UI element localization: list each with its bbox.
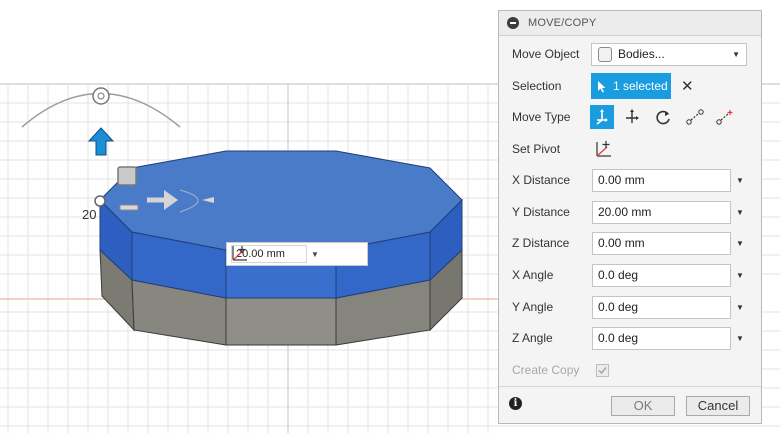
z-arrow-handle (87, 127, 115, 156)
x-distance-input[interactable]: 0.00 mm (592, 168, 731, 192)
body-icon (598, 46, 612, 62)
z-distance-label: Z Distance (512, 236, 570, 250)
collapse-icon[interactable] (507, 17, 519, 29)
row-selection: Selection 1 selected ✕ (499, 72, 761, 100)
plane-handle (117, 166, 137, 186)
row-move-type: Move Type (499, 103, 761, 131)
create-copy-label: Create Copy (512, 363, 580, 377)
y-distance-label: Y Distance (512, 205, 570, 219)
chevron-down-icon[interactable]: ▼ (736, 208, 744, 217)
row-y-angle: Y Angle 0.0 deg ▼ (499, 293, 761, 321)
move-object-value: Bodies... (618, 47, 665, 61)
ruler-value-label: 20 (82, 207, 97, 222)
inline-distance-input[interactable]: 20.00 mm ▼ (226, 242, 368, 266)
panel-title: MOVE/COPY (528, 17, 597, 29)
move-copy-panel: MOVE/COPY Move Object Bodies... ▼ Select… (498, 10, 762, 424)
z-distance-input[interactable]: 0.00 mm (592, 231, 731, 255)
checkmark-icon (598, 366, 607, 374)
cancel-button[interactable]: Cancel (686, 396, 750, 416)
cursor-icon (598, 80, 606, 92)
chevron-down-icon[interactable]: ▼ (736, 239, 744, 248)
z-angle-input[interactable]: 0.0 deg (592, 326, 731, 350)
set-pivot-label: Set Pivot (512, 142, 561, 156)
point-to-point-icon[interactable] (683, 105, 707, 129)
info-icon[interactable]: i (509, 397, 522, 410)
clear-selection-icon[interactable]: ✕ (681, 77, 694, 95)
row-z-angle: Z Angle 0.0 deg ▼ (499, 324, 761, 352)
origin-handle (94, 195, 106, 207)
point-to-position-icon[interactable] (713, 105, 737, 129)
chevron-down-icon[interactable]: ▼ (736, 334, 744, 343)
selection-count: 1 selected (613, 79, 668, 93)
chevron-down-icon[interactable]: ▼ (307, 250, 323, 259)
panel-header: MOVE/COPY (499, 11, 761, 36)
x-angle-input[interactable]: 0.0 deg (592, 263, 731, 287)
chevron-down-icon[interactable]: ▼ (736, 176, 744, 185)
row-z-distance: Z Distance 0.00 mm ▼ (499, 229, 761, 257)
z-angle-label: Z Angle (512, 331, 553, 345)
panel-footer: i OK Cancel (499, 386, 761, 423)
row-create-copy: Create Copy (499, 356, 761, 384)
chevron-down-icon: ▼ (732, 49, 740, 59)
set-pivot-icon[interactable] (232, 244, 347, 264)
y-angle-input[interactable]: 0.0 deg (592, 295, 731, 319)
y-distance-input[interactable]: 20.00 mm (592, 200, 731, 224)
selection-label: Selection (512, 79, 562, 93)
move-object-dropdown[interactable]: Bodies... ▼ (591, 42, 747, 66)
y-angle-label: Y Angle (512, 300, 554, 314)
x-angle-label: X Angle (512, 268, 554, 282)
row-set-pivot: Set Pivot (499, 135, 761, 163)
translate-icon[interactable] (620, 105, 644, 129)
set-pivot-icon[interactable] (591, 137, 615, 161)
chevron-down-icon[interactable]: ▼ (736, 271, 744, 280)
rotate-icon[interactable] (651, 105, 675, 129)
selection-button[interactable]: 1 selected (591, 73, 671, 99)
ok-button[interactable]: OK (611, 396, 675, 416)
row-move-object: Move Object Bodies... ▼ (499, 40, 761, 68)
create-copy-checkbox[interactable] (596, 363, 609, 377)
row-x-distance: X Distance 0.00 mm ▼ (499, 166, 761, 194)
chevron-down-icon[interactable]: ▼ (736, 303, 744, 312)
move-object-label: Move Object (512, 47, 580, 61)
move-type-label: Move Type (512, 110, 571, 124)
free-move-icon[interactable] (590, 105, 614, 129)
row-y-distance: Y Distance 20.00 mm ▼ (499, 198, 761, 226)
row-x-angle: X Angle 0.0 deg ▼ (499, 261, 761, 289)
x-distance-label: X Distance (512, 173, 571, 187)
